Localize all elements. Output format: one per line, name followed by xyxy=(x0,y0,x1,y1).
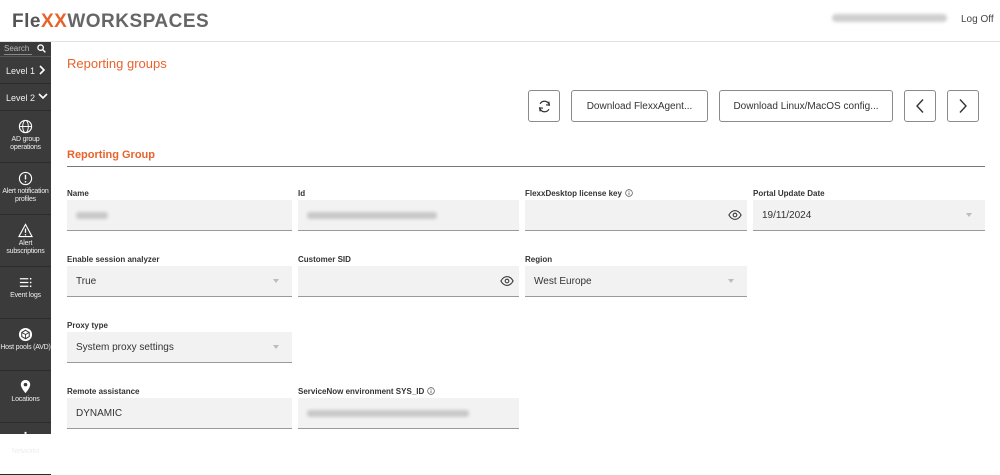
download-linux-macos-config-button[interactable]: Download Linux/MacOS config... xyxy=(719,90,893,122)
main-content: Reporting groups Download FlexxAgent... … xyxy=(51,42,1000,434)
sidebar-level-1[interactable]: Level 1 xyxy=(0,57,51,84)
sidebar-search xyxy=(0,42,51,57)
remote-assistance-field[interactable]: DYNAMIC xyxy=(67,398,292,429)
session-analyzer-select[interactable]: True xyxy=(67,266,292,297)
download-flexxagent-button[interactable]: Download FlexxAgent... xyxy=(571,90,708,122)
section-title: Reporting Group xyxy=(67,149,155,161)
session-analyzer-value: True xyxy=(76,276,97,287)
servicenow-sys-id-value-redacted xyxy=(307,410,469,417)
dropdown-caret-icon xyxy=(966,213,972,217)
sidebar-level-2[interactable]: Level 2 xyxy=(0,84,51,111)
info-icon[interactable] xyxy=(625,189,633,197)
sidebar-search-input[interactable] xyxy=(4,43,32,55)
previous-button[interactable] xyxy=(904,90,936,122)
app-logo: FleXXWORKSPACES xyxy=(12,11,210,32)
cube-icon xyxy=(18,327,33,342)
region-select[interactable]: West Europe xyxy=(525,266,747,297)
chevron-right-icon xyxy=(39,65,46,75)
proxy-type-label: Proxy type xyxy=(67,321,108,330)
portal-update-date-field[interactable]: 19/11/2024 xyxy=(753,200,985,231)
info-icon[interactable] xyxy=(427,387,435,395)
portal-update-date-label: Portal Update Date xyxy=(753,189,825,198)
list-icon xyxy=(19,277,32,288)
sidebar-item-alert-subscriptions[interactable]: Alert subscriptions xyxy=(0,215,51,267)
sidebar-item-ad-group-operations[interactable]: AD group operations xyxy=(0,111,51,163)
servicenow-sys-id-field[interactable] xyxy=(298,398,519,429)
id-value-redacted xyxy=(307,212,437,219)
sidebar-item-event-logs[interactable]: Event logs xyxy=(0,267,51,319)
id-field[interactable] xyxy=(298,200,519,231)
customer-sid-field[interactable] xyxy=(298,266,519,297)
search-icon[interactable] xyxy=(37,44,46,53)
user-email xyxy=(832,14,947,22)
region-label: Region xyxy=(525,255,553,264)
remote-assistance-value: DYNAMIC xyxy=(76,408,123,419)
portal-update-date-value: 19/11/2024 xyxy=(762,210,812,221)
license-key-field[interactable] xyxy=(525,200,747,231)
warning-icon xyxy=(18,223,33,238)
refresh-button[interactable] xyxy=(528,90,560,122)
id-label: Id xyxy=(298,189,306,198)
dropdown-caret-icon xyxy=(728,279,734,283)
name-label: Name xyxy=(67,189,89,198)
network-icon xyxy=(19,431,32,446)
proxy-type-select[interactable]: System proxy settings xyxy=(67,332,292,363)
chevron-left-icon xyxy=(916,99,924,113)
alert-circle-icon xyxy=(18,171,33,186)
dropdown-caret-icon xyxy=(273,279,279,283)
page-title: Reporting groups xyxy=(67,56,167,71)
session-analyzer-label: Enable session analyzer xyxy=(67,255,160,264)
region-value: West Europe xyxy=(534,276,592,287)
sidebar: Level 1 Level 2 AD group operations Aler… xyxy=(0,42,51,475)
next-button[interactable] xyxy=(947,90,979,122)
customer-sid-label: Customer SID xyxy=(298,255,351,264)
chevron-down-icon xyxy=(38,93,48,100)
sidebar-item-locations[interactable]: Locations xyxy=(0,371,51,423)
license-key-label: FlexxDesktop license key xyxy=(525,189,747,198)
globe-icon xyxy=(18,119,33,134)
sidebar-item-host-pools[interactable]: Host pools (AVD) xyxy=(0,319,51,371)
sidebar-item-networks[interactable]: Networks xyxy=(0,423,51,475)
log-off-link[interactable]: Log Off xyxy=(961,14,994,25)
refresh-icon xyxy=(538,100,550,112)
location-pin-icon xyxy=(20,379,31,394)
dropdown-caret-icon xyxy=(273,345,279,349)
servicenow-sys-id-label: ServiceNow environment SYS_ID xyxy=(298,387,519,396)
eye-icon[interactable] xyxy=(728,209,742,221)
eye-icon[interactable] xyxy=(500,275,514,287)
sidebar-item-alert-notification-profiles[interactable]: Alert notification profiles xyxy=(0,163,51,215)
top-bar: FleXXWORKSPACES Log Off xyxy=(0,0,1000,42)
proxy-type-value: System proxy settings xyxy=(76,342,174,353)
remote-assistance-label: Remote assistance xyxy=(67,387,140,396)
name-field[interactable] xyxy=(67,200,292,231)
section-divider xyxy=(67,166,985,167)
name-value-redacted xyxy=(76,212,108,219)
chevron-right-icon xyxy=(959,99,967,113)
